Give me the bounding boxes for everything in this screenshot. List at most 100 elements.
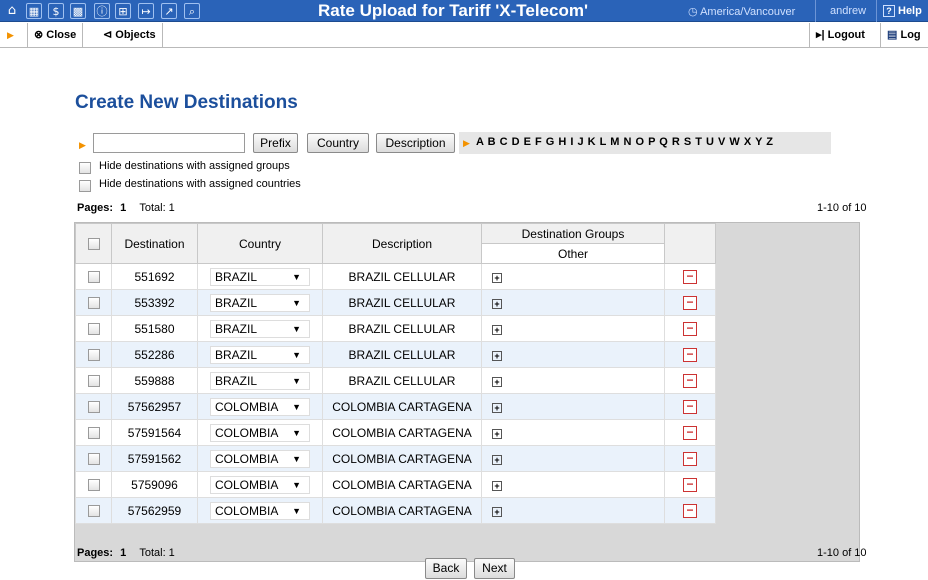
user-link[interactable]: andrew xyxy=(830,5,866,17)
row-checkbox[interactable] xyxy=(87,453,100,466)
delete-row-icon[interactable]: − xyxy=(683,400,697,414)
back-button[interactable]: Back xyxy=(425,558,467,579)
grid-icon[interactable]: ▦ xyxy=(26,3,42,19)
add-group-icon[interactable]: + xyxy=(492,298,502,309)
home-icon[interactable]: ⌂ xyxy=(4,3,20,19)
row-checkbox[interactable] xyxy=(87,505,100,518)
row-checkbox[interactable] xyxy=(87,479,100,492)
country-cell: BRAZIL ▼ xyxy=(197,367,323,394)
row-checkbox[interactable] xyxy=(87,297,100,310)
description-cell: COLOMBIA CARTAGENA xyxy=(322,471,482,498)
table-row: 559888 BRAZIL ▼ BRAZIL CELLULAR + − xyxy=(75,367,716,394)
select-all-checkbox[interactable] xyxy=(87,238,100,251)
row-select-cell xyxy=(75,419,112,446)
page-header-title: Rate Upload for Tariff 'X-Telecom' xyxy=(318,1,589,20)
help-link[interactable]: ? Help xyxy=(883,5,922,17)
search-icon[interactable]: ⌕ xyxy=(184,3,200,19)
delete-row-icon[interactable]: − xyxy=(683,374,697,388)
description-cell: BRAZIL CELLULAR xyxy=(322,289,482,316)
delete-row-icon[interactable]: − xyxy=(683,322,697,336)
delete-row-icon[interactable]: − xyxy=(683,296,697,310)
country-value: BRAZIL xyxy=(215,373,258,388)
prefix-button[interactable]: Prefix xyxy=(253,133,298,153)
divider xyxy=(815,0,816,22)
dollar-icon[interactable]: $ xyxy=(48,3,64,19)
add-group-icon[interactable]: + xyxy=(492,506,502,517)
col-destination[interactable]: Destination xyxy=(111,223,198,264)
close-button[interactable]: ⊗ Close xyxy=(27,23,84,48)
delete-row-icon[interactable]: − xyxy=(683,426,697,440)
row-select-cell xyxy=(75,393,112,420)
row-checkbox[interactable] xyxy=(87,323,100,336)
apps-icon[interactable]: ▩ xyxy=(70,3,86,19)
country-value: COLOMBIA xyxy=(215,503,279,518)
log-button[interactable]: ▤ Log xyxy=(880,23,927,48)
add-group-icon[interactable]: + xyxy=(492,350,502,361)
hide-countries-checkbox[interactable] xyxy=(79,180,91,192)
actions-cell: − xyxy=(664,393,716,420)
divider xyxy=(876,0,877,22)
actions-cell: − xyxy=(664,419,716,446)
chart-icon[interactable]: ↗ xyxy=(161,3,177,19)
page-current[interactable]: 1 xyxy=(120,202,126,214)
country-select[interactable]: BRAZIL ▼ xyxy=(210,371,310,390)
alphabet-filter: ▶ A B C D E F G H I J K L M N O P Q R S … xyxy=(459,132,831,154)
export-icon[interactable]: ↦ xyxy=(138,3,154,19)
groups-cell: + xyxy=(481,341,665,368)
row-checkbox[interactable] xyxy=(87,427,100,440)
next-button[interactable]: Next xyxy=(474,558,515,579)
row-checkbox[interactable] xyxy=(87,349,100,362)
add-group-icon[interactable]: + xyxy=(492,324,502,335)
actions-cell: − xyxy=(664,445,716,472)
country-select[interactable]: BRAZIL ▼ xyxy=(210,293,310,312)
prefix-input[interactable] xyxy=(93,133,245,153)
table-icon[interactable]: ⊞ xyxy=(115,3,131,19)
country-select[interactable]: COLOMBIA ▼ xyxy=(210,397,310,416)
country-select[interactable]: COLOMBIA ▼ xyxy=(210,501,310,520)
chevron-down-icon: ▼ xyxy=(292,271,301,282)
country-cell: COLOMBIA ▼ xyxy=(197,445,323,472)
chevron-down-icon: ▼ xyxy=(292,453,301,464)
close-label: Close xyxy=(46,29,77,41)
add-group-icon[interactable]: + xyxy=(492,402,502,413)
destination-cell: 57591562 xyxy=(111,445,198,472)
add-group-icon[interactable]: + xyxy=(492,480,502,491)
row-checkbox[interactable] xyxy=(87,271,100,284)
col-description[interactable]: Description xyxy=(322,223,482,264)
country-select[interactable]: COLOMBIA ▼ xyxy=(210,423,310,442)
delete-row-icon[interactable]: − xyxy=(683,348,697,362)
country-button[interactable]: Country xyxy=(307,133,369,153)
table-row: 551692 BRAZIL ▼ BRAZIL CELLULAR + − xyxy=(75,263,716,290)
country-select[interactable]: BRAZIL ▼ xyxy=(210,345,310,364)
info-icon[interactable]: ⓘ xyxy=(94,3,110,19)
add-group-icon[interactable]: + xyxy=(492,376,502,387)
country-select[interactable]: BRAZIL ▼ xyxy=(210,267,310,286)
country-cell: COLOMBIA ▼ xyxy=(197,393,323,420)
hide-countries-label: Hide destinations with assigned countrie… xyxy=(99,178,301,190)
destination-cell: 552286 xyxy=(111,341,198,368)
row-checkbox[interactable] xyxy=(87,401,100,414)
hide-groups-checkbox[interactable] xyxy=(79,162,91,174)
destination-cell: 559888 xyxy=(111,367,198,394)
delete-row-icon[interactable]: − xyxy=(683,478,697,492)
table-row: 553392 BRAZIL ▼ BRAZIL CELLULAR + − xyxy=(75,289,716,316)
description-button[interactable]: Description xyxy=(376,133,455,153)
logout-button[interactable]: ▸| Logout xyxy=(809,23,871,48)
add-group-icon[interactable]: + xyxy=(492,454,502,465)
row-checkbox[interactable] xyxy=(87,375,100,388)
objects-button[interactable]: ⊲ Objects xyxy=(97,23,163,48)
delete-row-icon[interactable]: − xyxy=(683,504,697,518)
top-bar: ⌂ ▦ $ ▩ ⓘ ⊞ ↦ ↗ ⌕ Rate Upload for Tariff… xyxy=(0,0,928,22)
add-group-icon[interactable]: + xyxy=(492,428,502,439)
delete-row-icon[interactable]: − xyxy=(683,452,697,466)
col-country[interactable]: Country xyxy=(197,223,323,264)
country-select[interactable]: COLOMBIA ▼ xyxy=(210,449,310,468)
alphabet-letters[interactable]: A B C D E F G H I J K L M N O P Q R S T … xyxy=(476,136,773,148)
page-current[interactable]: 1 xyxy=(120,547,126,559)
timezone-link[interactable]: ◷ America/Vancouver xyxy=(688,5,795,18)
add-group-icon[interactable]: + xyxy=(492,272,502,283)
delete-row-icon[interactable]: − xyxy=(683,270,697,284)
pages-label: Pages: xyxy=(77,202,114,214)
country-select[interactable]: BRAZIL ▼ xyxy=(210,319,310,338)
country-select[interactable]: COLOMBIA ▼ xyxy=(210,475,310,494)
